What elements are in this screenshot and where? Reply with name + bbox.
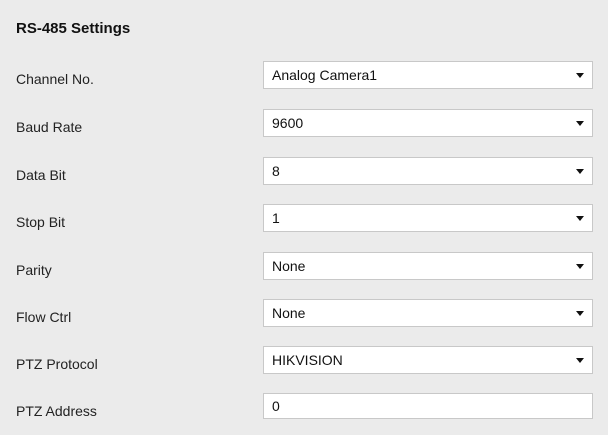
parity-row: Parity None <box>0 252 608 282</box>
stop-bit-label: Stop Bit <box>16 214 66 230</box>
parity-label: Parity <box>16 262 52 278</box>
baud-rate-select[interactable]: 9600 <box>263 109 593 137</box>
data-bit-value: 8 <box>272 163 280 179</box>
ptz-protocol-label: PTZ Protocol <box>16 356 98 372</box>
stop-bit-select[interactable]: 1 <box>263 204 593 232</box>
ptz-protocol-select[interactable]: HIKVISION <box>263 346 593 374</box>
chevron-down-icon <box>576 121 584 126</box>
channel-no-value: Analog Camera1 <box>272 67 378 83</box>
baud-rate-label: Baud Rate <box>16 119 83 135</box>
channel-no-select[interactable]: Analog Camera1 <box>263 61 593 89</box>
chevron-down-icon <box>576 73 584 78</box>
parity-select[interactable]: None <box>263 252 593 280</box>
stop-bit-value: 1 <box>272 210 280 226</box>
channel-no-label: Channel No. <box>16 71 94 87</box>
ptz-address-input[interactable] <box>263 393 593 419</box>
channel-no-row: Channel No. Analog Camera1 <box>0 61 608 91</box>
panel-title: RS-485 Settings <box>16 20 131 37</box>
flow-ctrl-row: Flow Ctrl None <box>0 299 608 329</box>
baud-rate-row: Baud Rate 9600 <box>0 109 608 139</box>
flow-ctrl-label: Flow Ctrl <box>16 309 72 325</box>
ptz-address-label: PTZ Address <box>16 403 97 419</box>
chevron-down-icon <box>576 169 584 174</box>
parity-value: None <box>272 258 306 274</box>
chevron-down-icon <box>576 216 584 221</box>
flow-ctrl-value: None <box>272 305 306 321</box>
ptz-protocol-value: HIKVISION <box>272 352 343 368</box>
data-bit-label: Data Bit <box>16 167 66 183</box>
ptz-address-row: PTZ Address <box>0 393 608 423</box>
chevron-down-icon <box>576 264 584 269</box>
flow-ctrl-select[interactable]: None <box>263 299 593 327</box>
data-bit-select[interactable]: 8 <box>263 157 593 185</box>
chevron-down-icon <box>576 358 584 363</box>
stop-bit-row: Stop Bit 1 <box>0 204 608 234</box>
chevron-down-icon <box>576 311 584 316</box>
baud-rate-value: 9600 <box>272 115 304 131</box>
ptz-protocol-row: PTZ Protocol HIKVISION <box>0 346 608 376</box>
data-bit-row: Data Bit 8 <box>0 157 608 187</box>
